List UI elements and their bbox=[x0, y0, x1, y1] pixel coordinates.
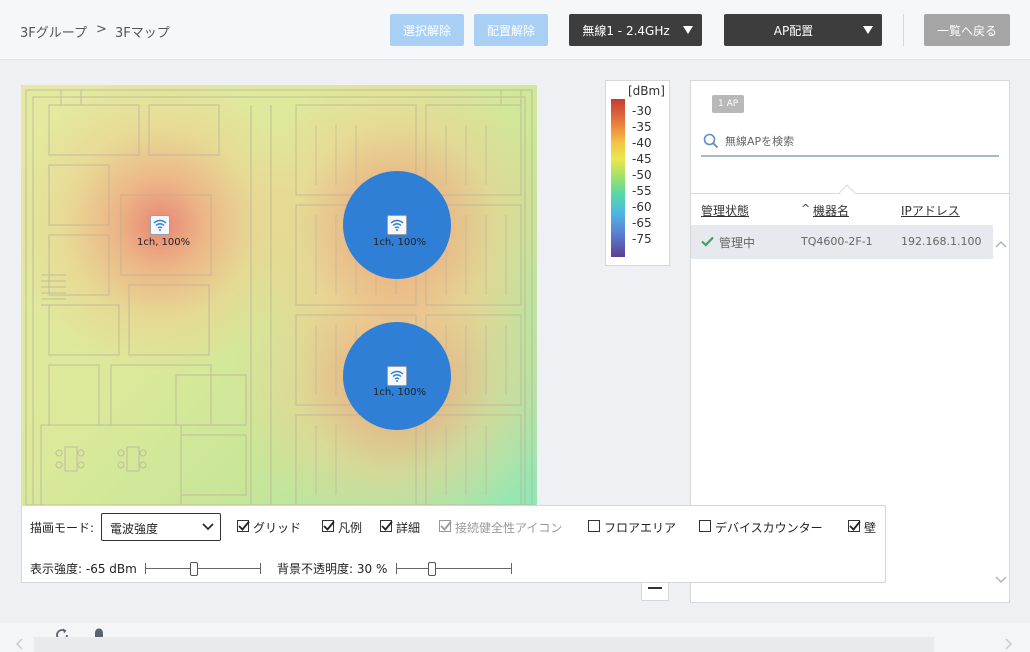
access-point-marker[interactable] bbox=[387, 215, 407, 235]
ap-count-badge: 1 AP bbox=[712, 95, 745, 113]
scroll-down-icon[interactable] bbox=[995, 575, 1007, 585]
checkmark-icon bbox=[323, 520, 335, 531]
legend-tick: -60 bbox=[632, 200, 652, 214]
slider-end bbox=[145, 563, 146, 574]
detail-checkbox[interactable] bbox=[380, 520, 393, 532]
draw-mode-value: 電波強度 bbox=[110, 522, 159, 536]
access-point-marker[interactable] bbox=[387, 366, 407, 386]
slider-track bbox=[396, 568, 512, 569]
column-status[interactable]: 管理状態 bbox=[701, 202, 749, 219]
band-select-value: 無線1 - 2.4GHz bbox=[582, 23, 670, 38]
health-icon-checkbox bbox=[439, 520, 452, 532]
breadcrumb-parent[interactable]: 3Fグループ bbox=[20, 22, 87, 41]
access-point-label: 1ch, 100% bbox=[373, 387, 427, 398]
ap-search bbox=[701, 129, 999, 157]
legend-tick: -65 bbox=[632, 216, 652, 230]
chevron-left-icon[interactable] bbox=[14, 637, 24, 651]
legend-color-bar bbox=[611, 99, 625, 257]
scroll-up-icon[interactable] bbox=[995, 239, 1007, 249]
legend-tick: -50 bbox=[632, 168, 652, 182]
draw-mode-label: 描画モード: bbox=[30, 521, 95, 535]
breadcrumb-current: 3Fマップ bbox=[115, 26, 170, 41]
checkmark-icon bbox=[440, 520, 452, 531]
horizontal-scrollbar[interactable] bbox=[34, 637, 934, 652]
strength-slider[interactable] bbox=[145, 562, 261, 576]
chevron-down-icon bbox=[202, 523, 214, 531]
legend-tick: -40 bbox=[632, 136, 652, 150]
minus-icon bbox=[648, 587, 662, 589]
legend-label: 凡例 bbox=[338, 521, 363, 535]
floor-map[interactable]: 1ch, 100% 1ch, 100% 1ch, 100% bbox=[21, 85, 537, 525]
floor-plan-drawing bbox=[25, 89, 533, 521]
draw-mode-select[interactable]: 電波強度 bbox=[101, 513, 221, 541]
legend-tick: -75 bbox=[632, 232, 652, 246]
breadcrumb-separator: > bbox=[96, 22, 107, 37]
sort-notch bbox=[838, 184, 856, 202]
column-ip-address[interactable]: IPアドレス bbox=[901, 202, 960, 219]
opacity-slider[interactable] bbox=[396, 562, 512, 576]
health-icon-label: 接続健全性アイコン bbox=[455, 521, 563, 535]
floor-area-checkbox[interactable] bbox=[588, 520, 600, 532]
row-device-name: TQ4600-2F-1 bbox=[801, 235, 873, 248]
strength-label: 表示強度: -65 dBm bbox=[30, 562, 137, 576]
top-toolbar: 3Fグループ > 3Fマップ 選択解除 配置解除 無線1 - 2.4GHz AP… bbox=[0, 0, 1030, 60]
grid-label: グリッド bbox=[253, 521, 302, 535]
access-point-label: 1ch, 100% bbox=[137, 237, 191, 248]
search-icon bbox=[703, 133, 719, 149]
legend-tick: -35 bbox=[632, 120, 652, 134]
wifi-icon bbox=[153, 219, 167, 231]
deselect-button[interactable]: 選択解除 bbox=[390, 14, 464, 46]
wall-checkbox[interactable] bbox=[848, 520, 861, 532]
mode-select-value: AP配置 bbox=[773, 23, 814, 38]
wifi-icon bbox=[390, 219, 404, 231]
legend-tick: -45 bbox=[632, 152, 652, 166]
slider-end bbox=[511, 563, 512, 574]
grid-checkbox[interactable] bbox=[237, 520, 250, 532]
wall-label: 壁 bbox=[864, 521, 877, 535]
checkmark-icon bbox=[381, 520, 393, 531]
floor-area-label: フロアエリア bbox=[604, 521, 677, 535]
device-counter-label: デバイスカウンター bbox=[715, 521, 823, 535]
slider-thumb[interactable] bbox=[428, 562, 436, 576]
legend-tick: -30 bbox=[632, 104, 652, 118]
unplace-button[interactable]: 配置解除 bbox=[474, 14, 548, 46]
row-status: 管理中 bbox=[719, 236, 756, 250]
opacity-label: 背景不透明度: 30 % bbox=[277, 562, 388, 576]
mode-select[interactable]: AP配置 bbox=[724, 14, 882, 46]
slider-end bbox=[260, 563, 261, 574]
signal-legend: [dBm] -30 -35 -40 -45 -50 -55 -60 -65 -7… bbox=[605, 80, 670, 266]
row-ip-address: 192.168.1.100 bbox=[901, 235, 982, 248]
column-device-name[interactable]: 機器名 bbox=[813, 202, 849, 219]
toolbar-divider bbox=[903, 14, 904, 46]
detail-label: 詳細 bbox=[396, 521, 421, 535]
check-icon bbox=[701, 236, 714, 247]
sort-ascending-icon: ^ bbox=[801, 202, 811, 215]
chevron-right-icon[interactable] bbox=[1004, 637, 1014, 651]
slider-thumb[interactable] bbox=[190, 562, 198, 576]
back-to-list-button[interactable]: 一覧へ戻る bbox=[924, 14, 1010, 46]
device-counter-checkbox[interactable] bbox=[699, 520, 711, 532]
ap-search-input[interactable] bbox=[725, 131, 985, 151]
table-row[interactable]: 管理中 TQ4600-2F-1 192.168.1.100 bbox=[691, 225, 993, 259]
legend-checkbox[interactable] bbox=[322, 520, 335, 532]
access-point-label: 1ch, 100% bbox=[373, 237, 427, 248]
wifi-icon bbox=[390, 370, 404, 382]
checkmark-icon bbox=[238, 520, 250, 531]
legend-tick: -55 bbox=[632, 184, 652, 198]
band-select[interactable]: 無線1 - 2.4GHz bbox=[569, 14, 702, 46]
display-options-panel: 描画モード: 電波強度 グリッド 凡例 詳細 接続健全性アイコン フロアエリア … bbox=[21, 505, 886, 583]
legend-unit: [dBm] bbox=[628, 84, 665, 98]
slider-end bbox=[396, 563, 397, 574]
caret-down-icon bbox=[683, 26, 693, 34]
checkmark-icon bbox=[849, 520, 861, 531]
slider-track bbox=[145, 568, 261, 569]
access-point-marker[interactable] bbox=[150, 215, 170, 235]
caret-down-icon bbox=[863, 26, 873, 34]
